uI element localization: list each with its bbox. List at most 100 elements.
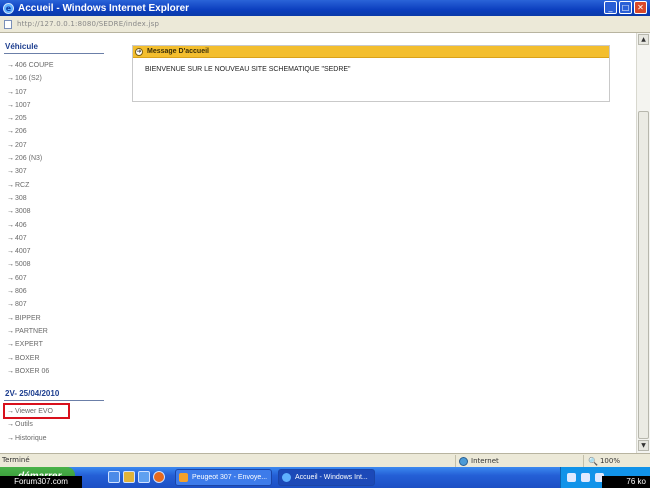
- task-button-ie[interactable]: Accueil - Windows Int...: [278, 469, 375, 486]
- status-text: Terminé: [2, 456, 30, 464]
- zoom-level: 100%: [599, 457, 620, 465]
- ie-quicklaunch-icon[interactable]: [138, 471, 150, 483]
- globe-icon: [459, 456, 468, 466]
- close-button[interactable]: ✕: [634, 1, 647, 14]
- sidebar-item-vehicle[interactable]: →806: [7, 285, 54, 298]
- sidebar-item-label: Outils: [15, 421, 33, 429]
- sidebar-item-vehicle[interactable]: →206 (N3): [7, 152, 54, 165]
- sidebar-item-vehicle[interactable]: →3008: [7, 205, 54, 218]
- sidebar-item-vehicle[interactable]: →205: [7, 112, 54, 125]
- sidebar-item-label: 807: [15, 301, 27, 309]
- vertical-scrollbar[interactable]: ▲ ▼: [636, 33, 650, 453]
- sidebar-item-label: 5008: [15, 261, 31, 269]
- arrow-icon: →: [7, 341, 14, 349]
- sidebar-item-label: 206: [15, 128, 27, 136]
- sidebar-divider: [4, 400, 104, 401]
- security-zone[interactable]: Internet: [455, 455, 499, 467]
- sidebar-item-vehicle[interactable]: →RCZ: [7, 179, 54, 192]
- sidebar-item-vehicle[interactable]: →BIPPER: [7, 312, 54, 325]
- sidebar-item-label: 3008: [15, 208, 31, 216]
- arrow-icon: →: [7, 327, 14, 335]
- firefox-icon: [179, 473, 188, 482]
- arrow-icon: →: [7, 288, 14, 296]
- arrow-icon: →: [7, 181, 14, 189]
- arrow-icon: →: [7, 221, 14, 229]
- sidebar-item-vehicle[interactable]: →4007: [7, 245, 54, 258]
- sidebar-item-label: BOXER 06: [15, 367, 50, 375]
- sidebar-item-tool[interactable]: →Outils: [7, 418, 53, 431]
- maximize-button[interactable]: □: [619, 1, 632, 14]
- address-bar[interactable]: http://127.0.0.1:8080/SEDRE/index.jsp: [0, 16, 650, 33]
- window-title: Accueil - Windows Internet Explorer: [18, 2, 190, 14]
- minimize-button[interactable]: _: [604, 1, 617, 14]
- sidebar-item-vehicle[interactable]: →BOXER 06: [7, 365, 54, 378]
- panel-header: ➜ Message D'accueil: [133, 46, 609, 58]
- sidebar-divider: [4, 53, 104, 54]
- sidebar-item-vehicle[interactable]: →206: [7, 125, 54, 138]
- network-icon[interactable]: [567, 473, 576, 482]
- task-label: Accueil - Windows Int...: [295, 474, 368, 481]
- sidebar-item-label: 206 (N3): [15, 155, 43, 163]
- arrow-icon: →: [7, 128, 14, 136]
- sidebar-item-label: 407: [15, 234, 27, 242]
- sidebar-item-vehicle[interactable]: →PARTNER: [7, 325, 54, 338]
- firefox-icon[interactable]: [153, 471, 165, 483]
- sidebar-item-vehicle[interactable]: →308: [7, 192, 54, 205]
- sidebar-item-label: 106 (S2): [15, 75, 42, 83]
- sidebar-item-label: BOXER: [15, 354, 40, 362]
- sidebar-item-vehicle[interactable]: →106 (S2): [7, 72, 54, 85]
- arrow-icon: →: [7, 194, 14, 202]
- status-bar: Terminé Internet 🔍 100%: [0, 453, 650, 467]
- arrow-icon: →: [7, 301, 14, 309]
- sidebar-item-label: 207: [15, 141, 27, 149]
- scroll-thumb[interactable]: [638, 111, 649, 439]
- sidebar-item-vehicle[interactable]: →607: [7, 272, 54, 285]
- sidebar-item-vehicle[interactable]: →BOXER: [7, 352, 54, 365]
- sidebar: Véhicule →406 COUPE →106 (S2) →107 →1007 →20…: [0, 33, 112, 453]
- address-url[interactable]: http://127.0.0.1:8080/SEDRE/index.jsp: [17, 20, 159, 28]
- sidebar-item-label: 1007: [15, 101, 31, 109]
- volume-icon[interactable]: [581, 473, 590, 482]
- sidebar-item-label: PARTNER: [15, 327, 48, 335]
- sidebar-item-tool[interactable]: →Historique: [7, 432, 53, 445]
- sidebar-item-vehicle[interactable]: →207: [7, 139, 54, 152]
- panel-title: Message D'accueil: [147, 48, 209, 55]
- arrow-right-circle-icon: ➜: [135, 47, 143, 56]
- sidebar-item-label: 107: [15, 88, 27, 96]
- sidebar-item-label: Historique: [15, 434, 47, 442]
- sidebar-item-vehicle[interactable]: →406 COUPE: [7, 59, 54, 72]
- arrow-icon: →: [7, 421, 14, 429]
- zoom-control[interactable]: 🔍 100%: [583, 455, 620, 467]
- sidebar-item-vehicle[interactable]: →107: [7, 86, 54, 99]
- explorer-icon[interactable]: [123, 471, 135, 483]
- window-controls: _ □ ✕: [604, 1, 647, 14]
- vehicle-list: →406 COUPE →106 (S2) →107 →1007 →205 →206 →207…: [7, 59, 54, 378]
- welcome-panel: ➜ Message D'accueil BIENVENUE SUR LE NOU…: [132, 45, 610, 102]
- sidebar-item-vehicle[interactable]: →406: [7, 219, 54, 232]
- taskbar: démarrer Peugeot 307 - Envoye... Accueil…: [0, 467, 650, 488]
- magnifier-icon: 🔍: [588, 456, 598, 466]
- desktop-icon[interactable]: [108, 471, 120, 483]
- scroll-up-icon[interactable]: ▲: [638, 34, 649, 45]
- scroll-down-icon[interactable]: ▼: [638, 440, 649, 451]
- sidebar-item-label: 406 COUPE: [15, 62, 54, 69]
- sidebar-item-vehicle[interactable]: →5008: [7, 258, 54, 271]
- arrow-icon: →: [7, 248, 14, 256]
- arrow-icon: →: [7, 234, 14, 242]
- sidebar-item-label: Viewer EVO: [15, 408, 53, 415]
- sidebar-item-label: 406: [15, 221, 27, 229]
- sidebar-item-vehicle[interactable]: →1007: [7, 99, 54, 112]
- zone-label: Internet: [471, 457, 499, 465]
- sidebar-item-label: 205: [15, 115, 27, 123]
- sidebar-item-tool[interactable]: →Viewer EVO: [7, 405, 53, 418]
- sidebar-item-vehicle[interactable]: →407: [7, 232, 54, 245]
- sidebar-item-vehicle[interactable]: →807: [7, 298, 54, 311]
- sidebar-item-vehicle[interactable]: →EXPERT: [7, 338, 54, 351]
- ie-logo-icon: e: [3, 2, 14, 14]
- sidebar-item-vehicle[interactable]: →307: [7, 165, 54, 178]
- tools-list: →Viewer EVO →Outils →Historique: [7, 405, 53, 445]
- arrow-icon: →: [7, 62, 14, 69]
- task-button-firefox[interactable]: Peugeot 307 - Envoye...: [175, 469, 272, 486]
- sidebar-item-label: 4007: [15, 248, 31, 256]
- task-label: Peugeot 307 - Envoye...: [192, 474, 268, 481]
